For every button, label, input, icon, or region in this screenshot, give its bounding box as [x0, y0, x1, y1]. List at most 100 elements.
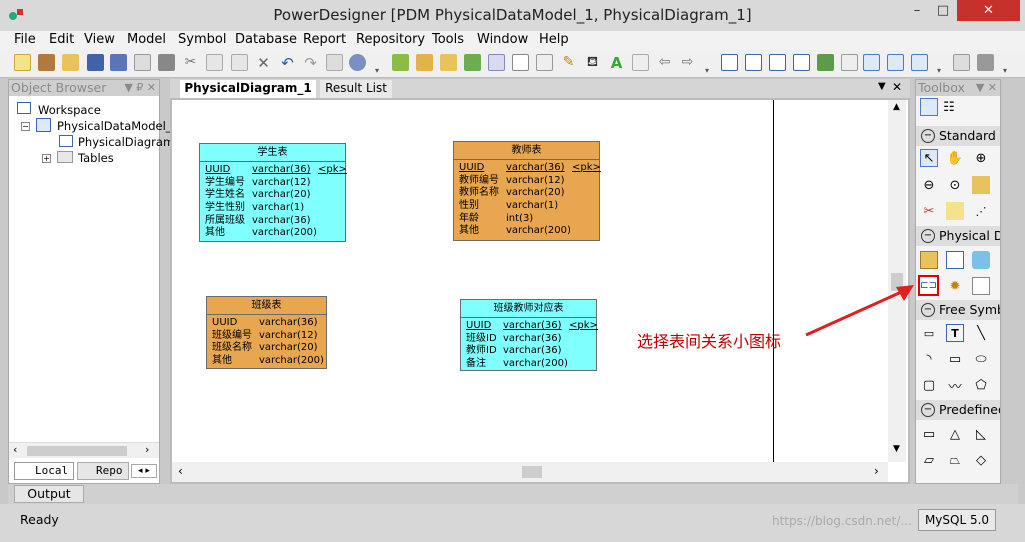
close-button[interactable]: ✕ — [957, 0, 1020, 21]
pointer-icon[interactable]: ↖ — [920, 149, 938, 167]
toolbox-list-icon[interactable]: ☷ — [940, 98, 958, 116]
cut-icon[interactable]: ✂ — [182, 54, 199, 71]
align-icon[interactable] — [632, 54, 649, 71]
tree-item-diagram[interactable]: PhysicalDiagram — [78, 135, 174, 149]
menu-report[interactable]: Report — [303, 32, 346, 47]
font-icon[interactable]: A — [608, 54, 625, 72]
title-tool-icon[interactable]: ▭ — [920, 324, 938, 342]
grabber-icon[interactable]: ✋ — [946, 149, 964, 167]
tab-repository[interactable]: Repo — [77, 462, 129, 480]
polygon-tool-icon[interactable]: ⬠ — [972, 376, 990, 394]
zoom-out-icon[interactable]: ⊖ — [920, 176, 938, 194]
rounded-rect-tool-icon[interactable]: ▢ — [920, 376, 938, 394]
zoom-in-icon[interactable]: ⊕ — [972, 149, 990, 167]
refresh-icon[interactable] — [464, 54, 481, 71]
properties-tool-icon[interactable] — [972, 176, 990, 194]
layout-5-icon[interactable] — [817, 54, 834, 71]
table-tool-icon[interactable] — [920, 251, 938, 269]
browser-toggle-icon[interactable] — [863, 54, 880, 71]
section-free-symbols[interactable]: − Free Symb — [916, 300, 1000, 320]
back-icon[interactable]: ⇦ — [656, 54, 673, 71]
paste-icon[interactable] — [231, 54, 248, 71]
section-standard[interactable]: − Standard — [916, 126, 1000, 146]
reference-tool-icon[interactable]: ⊏⊐ — [918, 275, 939, 296]
scroll-left-icon[interactable]: ‹ — [13, 443, 17, 456]
open-package-icon[interactable]: ⊙ — [946, 176, 964, 194]
menu-file[interactable]: File — [14, 32, 36, 47]
properties-icon[interactable] — [326, 54, 343, 71]
table-class-teacher-map[interactable]: 班级教师对应表 UUID varchar(36) <pk> 班级ID varchar(… — [460, 299, 598, 371]
delete-icon[interactable]: ✕ — [255, 54, 272, 72]
tab-output[interactable]: Output — [14, 485, 84, 503]
canvas-horizontal-scrollbar[interactable]: ‹ › — [172, 462, 888, 482]
menu-symbol[interactable]: Symbol — [178, 32, 226, 47]
scroll-right-icon[interactable]: › — [145, 443, 149, 456]
result-toggle-icon[interactable] — [911, 54, 928, 71]
menu-model[interactable]: Model — [127, 32, 166, 47]
toolbox-controls[interactable]: ▼ ✕ — [976, 80, 997, 96]
save-icon[interactable] — [87, 54, 104, 71]
tree-item-workspace[interactable]: Workspace — [38, 103, 101, 117]
tab-close-icon[interactable]: ✕ — [892, 80, 902, 94]
tab-dropdown-icon[interactable]: ▼ — [878, 81, 886, 92]
table-student[interactable]: 学生表 UUID varchar(36) <pk> 学生编号 varchar(12) … — [199, 143, 347, 242]
menu-view[interactable]: View — [84, 32, 115, 47]
check-model-icon[interactable] — [349, 54, 366, 71]
print-preview-icon[interactable] — [134, 54, 151, 71]
section-physical-diagram[interactable]: − Physical D — [916, 226, 1000, 246]
tab-scroll-arrows[interactable]: ◂ ▸ — [131, 464, 157, 478]
link-tool-icon[interactable]: ⋰ — [972, 202, 990, 220]
panel-controls[interactable]: ▼ ₽ ✕ — [124, 80, 156, 96]
shape-trapezoid-icon[interactable]: ⏢ — [946, 451, 964, 469]
toolbox-view-icon[interactable] — [920, 98, 938, 116]
shape-parallelogram-icon[interactable]: ▱ — [920, 451, 938, 469]
collapse-icon[interactable]: − — [21, 122, 30, 131]
shape-rounded-icon[interactable]: ▭ — [920, 425, 938, 443]
layout-4-icon[interactable] — [793, 54, 810, 71]
output-toggle-icon[interactable] — [887, 54, 904, 71]
print-2-icon[interactable] — [977, 54, 994, 71]
menu-repository[interactable]: Repository — [356, 32, 425, 47]
open-icon[interactable] — [62, 54, 79, 71]
toolbar-overflow-icon[interactable]: ▾ — [375, 66, 379, 75]
pen-icon[interactable]: ✎ — [560, 54, 577, 71]
table-teacher[interactable]: 教师表 UUID varchar(36) <pk> 教师编号 varchar(12) … — [453, 141, 601, 241]
new-model-icon[interactable] — [38, 54, 55, 71]
tree-item-model[interactable]: PhysicalDataModel_ — [57, 119, 172, 133]
menu-database[interactable]: Database — [235, 32, 297, 47]
layout-6-icon[interactable] — [841, 54, 858, 71]
sequence-tool-icon[interactable]: ✹ — [946, 277, 964, 295]
section-predefined[interactable]: − Predefined — [916, 400, 1000, 420]
polyline-tool-icon[interactable]: 〰 — [946, 376, 964, 395]
print-icon[interactable] — [158, 54, 175, 71]
forward-icon[interactable]: ⇨ — [679, 54, 696, 71]
undo-icon[interactable]: ↶ — [279, 54, 296, 72]
arc-tool-icon[interactable]: ◝ — [920, 350, 938, 368]
scroll-up-icon[interactable]: ▲ — [893, 102, 900, 112]
minimize-button[interactable]: – — [904, 0, 930, 21]
redo-icon[interactable]: ↷ — [302, 54, 319, 72]
compare-icon[interactable] — [440, 54, 457, 71]
toolbar-overflow-icon-3[interactable]: ▾ — [937, 66, 941, 75]
shape-right-triangle-icon[interactable]: ◺ — [972, 425, 990, 443]
toolbar-overflow-icon-2[interactable]: ▾ — [705, 66, 709, 75]
expand-icon[interactable]: + — [42, 154, 51, 163]
file-tool-icon[interactable] — [972, 277, 990, 295]
procedure-tool-icon[interactable] — [972, 251, 990, 269]
tree-item-tables[interactable]: Tables — [78, 151, 114, 165]
h-scroll-thumb[interactable] — [522, 466, 542, 478]
save-all-icon[interactable] — [110, 54, 127, 71]
horizontal-scrollbar[interactable]: ‹ › — [9, 442, 159, 458]
format-icon[interactable] — [536, 54, 553, 71]
table-class[interactable]: 班级表 UUID varchar(36) 班级编号 varchar(12) 班级名称… — [206, 296, 327, 369]
print-preview-2-icon[interactable] — [953, 54, 970, 71]
text-tool-icon[interactable]: T — [946, 324, 964, 342]
tab-local[interactable]: Local — [14, 462, 74, 480]
note-tool-icon[interactable] — [946, 202, 964, 220]
generate-icon[interactable] — [392, 54, 409, 71]
menu-window[interactable]: Window — [477, 32, 528, 47]
shape-triangle-icon[interactable]: △ — [946, 425, 964, 443]
fill-icon[interactable]: ⛾ — [584, 54, 601, 71]
reverse-engineer-icon[interactable] — [416, 54, 433, 71]
copy-icon[interactable] — [206, 54, 223, 71]
